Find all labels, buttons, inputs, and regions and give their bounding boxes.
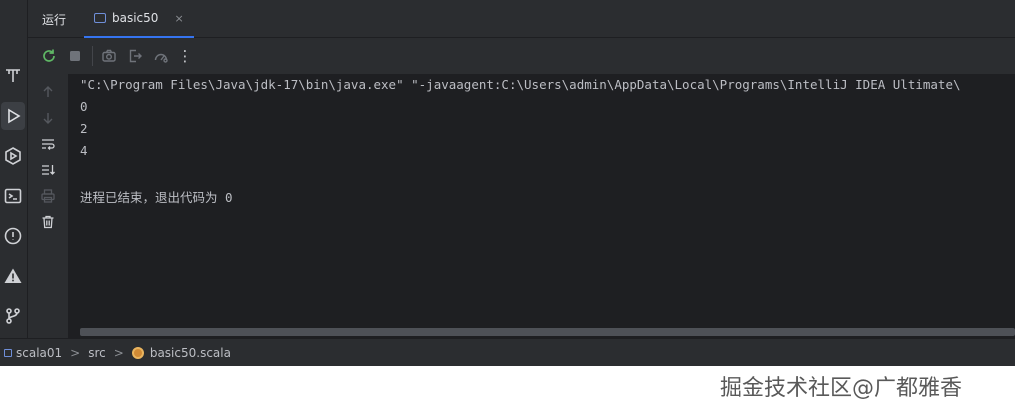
build-icon[interactable] (0, 62, 26, 90)
output-line: 2 (80, 121, 88, 136)
warning-icon[interactable] (0, 262, 26, 290)
profiler-icon[interactable] (152, 47, 170, 65)
tab-basic50[interactable]: basic50 × (84, 0, 194, 38)
trash-icon[interactable] (40, 214, 56, 230)
run-panel-header: 运行 basic50 × (28, 0, 1015, 38)
output-line: 4 (80, 143, 88, 158)
more-icon[interactable]: ⋮ (176, 47, 194, 65)
run-tool-window: 运行 basic50 × ⋮ "C:\Program Files\Java\jd… (0, 0, 1015, 366)
toolbar-divider (92, 46, 93, 66)
horizontal-scrollbar[interactable] (80, 328, 1015, 336)
command-line: "C:\Program Files\Java\jdk-17\bin\java.e… (80, 77, 961, 92)
output-line: 0 (80, 99, 88, 114)
run-icon[interactable] (1, 102, 25, 130)
scala-file-icon (131, 346, 144, 359)
scroll-down-icon[interactable] (40, 110, 56, 126)
breadcrumb-label: src (88, 345, 106, 360)
run-panel-title: 运行 (42, 13, 67, 27)
breadcrumb-label: basic50.scala (149, 345, 231, 360)
terminal-icon[interactable] (0, 182, 26, 210)
console-output[interactable]: "C:\Program Files\Java\jdk-17\bin\java.e… (68, 74, 1015, 338)
problems-icon[interactable] (0, 222, 26, 250)
left-tool-strip (0, 0, 28, 338)
rerun-icon[interactable] (40, 47, 58, 65)
breadcrumb-item-file[interactable]: basic50.scala (131, 345, 231, 360)
breadcrumb-separator: > (70, 345, 81, 360)
stop-icon[interactable] (66, 47, 84, 65)
scroll-to-end-icon[interactable] (40, 162, 56, 178)
module-icon (4, 348, 12, 357)
exit-icon[interactable] (126, 47, 144, 65)
console-side-toolbar (28, 74, 68, 338)
camera-icon[interactable] (100, 47, 118, 65)
breadcrumb-item-src[interactable]: src (88, 346, 106, 360)
breadcrumb-separator: > (113, 345, 124, 360)
services-icon[interactable] (0, 142, 26, 170)
print-icon[interactable] (40, 188, 56, 204)
run-toolbar: ⋮ (28, 38, 1015, 74)
scroll-up-icon[interactable] (40, 84, 56, 100)
close-icon[interactable]: × (174, 12, 183, 25)
tab-label: basic50 (112, 11, 159, 25)
git-icon[interactable] (0, 302, 26, 330)
breadcrumb: scala01 > src > basic50.scala (0, 338, 1015, 366)
soft-wrap-icon[interactable] (40, 136, 56, 152)
breadcrumb-item-module[interactable]: scala01 (4, 346, 62, 360)
breadcrumb-label: scala01 (16, 345, 63, 360)
run-config-icon (94, 13, 106, 23)
exit-message: 进程已结束，退出代码为 0 (80, 190, 233, 205)
watermark: 掘金技术社区@广都雅香 (720, 376, 963, 401)
